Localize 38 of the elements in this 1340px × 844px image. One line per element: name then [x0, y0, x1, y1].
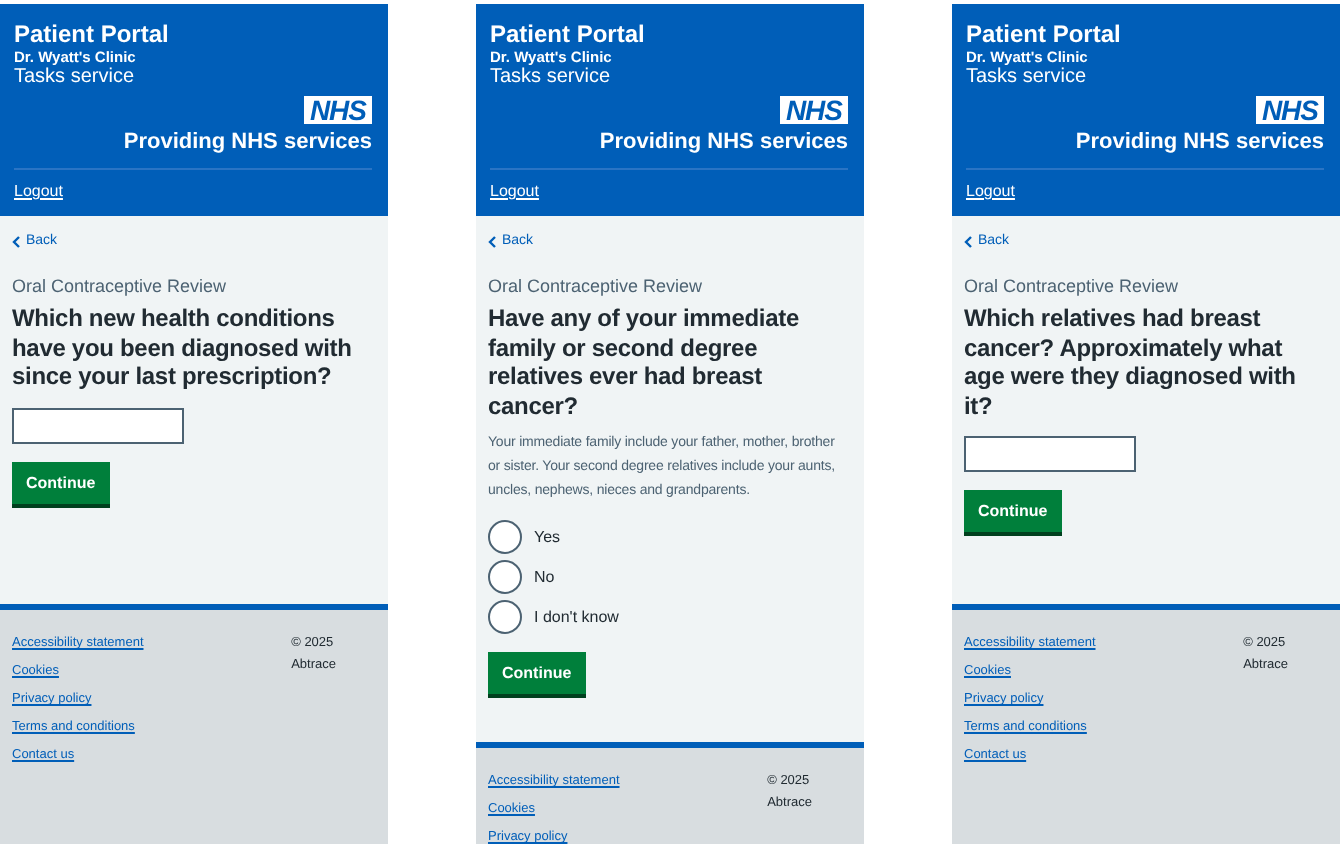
- option-label: No: [534, 568, 555, 586]
- radio-circle[interactable]: [488, 560, 522, 594]
- radio-option[interactable]: Yes: [488, 520, 619, 554]
- answer-field[interactable]: [12, 407, 184, 443]
- nhs-logo: NHS: [1255, 96, 1324, 124]
- continue-button[interactable]: Continue: [12, 461, 110, 503]
- continue-button[interactable]: Continue: [964, 490, 1062, 532]
- radio-option[interactable]: No: [488, 560, 619, 594]
- question-heading: Which new health conditions have you been diagnosed with since your last prescription?: [12, 304, 354, 391]
- portal-title: Patient Portal: [14, 22, 171, 48]
- logout-link[interactable]: Logout: [490, 182, 539, 200]
- service-name: Tasks service: [966, 66, 1089, 90]
- chevron-left-icon: [12, 235, 20, 247]
- question-heading: Have any of your immediate family or second degree relatives ever had breast cancer?: [488, 304, 801, 420]
- tagline: Providing NHS services: [1075, 130, 1324, 154]
- option-label: Yes: [534, 528, 561, 546]
- tagline: Providing NHS services: [123, 130, 372, 154]
- form-caption: Oral Contraceptive Review: [964, 276, 1179, 296]
- service-name: Tasks service: [490, 66, 613, 90]
- radio-option[interactable]: I don't know: [488, 600, 619, 634]
- tagline: Providing NHS services: [599, 130, 848, 154]
- portal-title: Patient Portal: [966, 22, 1123, 48]
- answer-field[interactable]: [964, 436, 1136, 472]
- nhs-logo: NHS: [779, 96, 848, 124]
- question-heading: Which relatives had breast cancer? Approximately what age were they diagnosed with it?: [964, 304, 1298, 420]
- radio-circle[interactable]: [488, 520, 522, 554]
- logout-link[interactable]: Logout: [966, 182, 1015, 200]
- portal-title: Patient Portal: [490, 22, 647, 48]
- form-caption: Oral Contraceptive Review: [12, 276, 227, 296]
- continue-button[interactable]: Continue: [488, 652, 586, 694]
- form-caption: Oral Contraceptive Review: [488, 276, 703, 296]
- logout-link[interactable]: Logout: [14, 182, 63, 200]
- service-name: Tasks service: [14, 66, 137, 90]
- chevron-left-icon: [488, 235, 496, 247]
- radio-circle[interactable]: [488, 600, 522, 634]
- option-label: I don't know: [534, 608, 619, 626]
- nhs-logo: NHS: [303, 96, 372, 124]
- chevron-left-icon: [964, 235, 972, 247]
